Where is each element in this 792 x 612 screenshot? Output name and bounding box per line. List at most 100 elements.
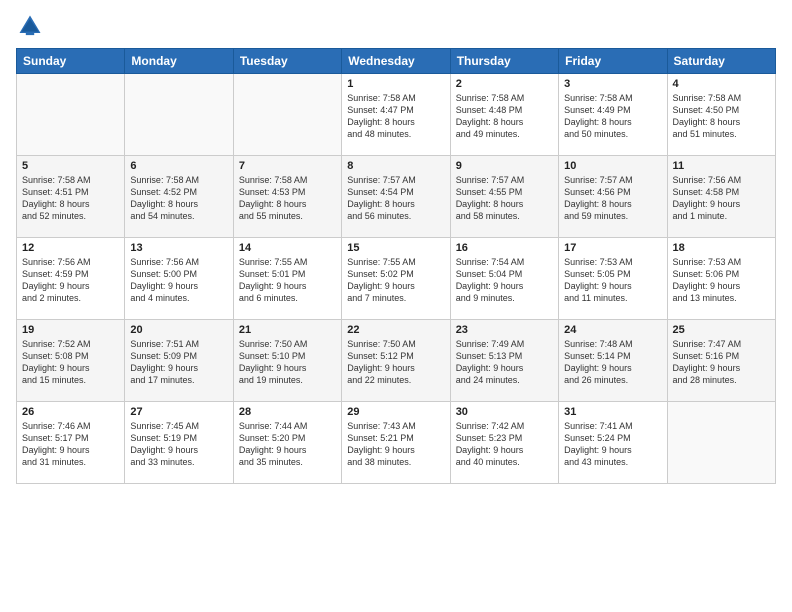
col-header-friday: Friday: [559, 49, 667, 74]
day-info: Sunrise: 7:58 AM Sunset: 4:49 PM Dayligh…: [564, 92, 661, 141]
day-number: 18: [673, 242, 770, 254]
day-info: Sunrise: 7:55 AM Sunset: 5:01 PM Dayligh…: [239, 256, 336, 305]
week-row-4: 19Sunrise: 7:52 AM Sunset: 5:08 PM Dayli…: [17, 320, 776, 402]
day-number: 30: [456, 406, 553, 418]
day-number: 23: [456, 324, 553, 336]
day-number: 5: [22, 160, 119, 172]
day-number: 8: [347, 160, 444, 172]
header: [16, 12, 776, 40]
day-number: 29: [347, 406, 444, 418]
day-number: 20: [130, 324, 227, 336]
day-info: Sunrise: 7:57 AM Sunset: 4:54 PM Dayligh…: [347, 174, 444, 223]
day-cell: 29Sunrise: 7:43 AM Sunset: 5:21 PM Dayli…: [342, 402, 450, 484]
day-cell: 4 Sunrise: 7:58 AM Sunset: 4:50 PM Daylig…: [667, 74, 775, 156]
day-cell: 14 Sunrise: 7:55 AM Sunset: 5:01 PM Dayli…: [233, 238, 341, 320]
day-info: Sunrise: 7:41 AM Sunset: 5:24 PM Dayligh…: [564, 420, 661, 469]
day-cell: [125, 74, 233, 156]
day-cell: 12 Sunrise: 7:56 AM Sunset: 4:59 PM Dayli…: [17, 238, 125, 320]
day-number: 16: [456, 242, 553, 254]
day-info: Sunrise: 7:42 AM Sunset: 5:23 PM Dayligh…: [456, 420, 553, 469]
day-cell: 25 Sunrise: 7:47 AM Sunset: 5:16 PM Dayli…: [667, 320, 775, 402]
day-number: 15: [347, 242, 444, 254]
col-header-tuesday: Tuesday: [233, 49, 341, 74]
day-info: Sunrise: 7:58 AM Sunset: 4:53 PM Dayligh…: [239, 174, 336, 223]
day-number: 21: [239, 324, 336, 336]
col-header-saturday: Saturday: [667, 49, 775, 74]
day-cell: 15 Sunrise: 7:55 AM Sunset: 5:02 PM Dayli…: [342, 238, 450, 320]
day-cell: 16 Sunrise: 7:54 AM Sunset: 5:04 PM Dayli…: [450, 238, 558, 320]
day-cell: 31 Sunrise: 7:41 AM Sunset: 5:24 PM Dayli…: [559, 402, 667, 484]
day-number: 4: [673, 78, 770, 90]
day-info: Sunrise: 7:56 AM Sunset: 4:59 PM Dayligh…: [22, 256, 119, 305]
day-cell: 17 Sunrise: 7:53 AM Sunset: 5:05 PM Dayli…: [559, 238, 667, 320]
day-info: Sunrise: 7:54 AM Sunset: 5:04 PM Dayligh…: [456, 256, 553, 305]
day-number: 11: [673, 160, 770, 172]
day-cell: 19Sunrise: 7:52 AM Sunset: 5:08 PM Dayli…: [17, 320, 125, 402]
col-header-wednesday: Wednesday: [342, 49, 450, 74]
week-row-5: 26 Sunrise: 7:46 AM Sunset: 5:17 PM Dayli…: [17, 402, 776, 484]
day-info: Sunrise: 7:57 AM Sunset: 4:55 PM Dayligh…: [456, 174, 553, 223]
day-info: Sunrise: 7:58 AM Sunset: 4:51 PM Dayligh…: [22, 174, 119, 223]
day-number: 24: [564, 324, 661, 336]
day-cell: 5 Sunrise: 7:58 AM Sunset: 4:51 PM Daylig…: [17, 156, 125, 238]
calendar: SundayMondayTuesdayWednesdayThursdayFrid…: [16, 48, 776, 484]
day-number: 22: [347, 324, 444, 336]
day-info: Sunrise: 7:58 AM Sunset: 4:50 PM Dayligh…: [673, 92, 770, 141]
day-cell: 27Sunrise: 7:45 AM Sunset: 5:19 PM Dayli…: [125, 402, 233, 484]
day-cell: 28Sunrise: 7:44 AM Sunset: 5:20 PM Dayli…: [233, 402, 341, 484]
week-row-1: 1Sunrise: 7:58 AM Sunset: 4:47 PM Daylig…: [17, 74, 776, 156]
day-cell: [233, 74, 341, 156]
day-cell: 20Sunrise: 7:51 AM Sunset: 5:09 PM Dayli…: [125, 320, 233, 402]
day-info: Sunrise: 7:50 AM Sunset: 5:10 PM Dayligh…: [239, 338, 336, 387]
day-cell: [667, 402, 775, 484]
day-cell: 26 Sunrise: 7:46 AM Sunset: 5:17 PM Dayli…: [17, 402, 125, 484]
day-cell: 21 Sunrise: 7:50 AM Sunset: 5:10 PM Dayli…: [233, 320, 341, 402]
day-cell: 11Sunrise: 7:56 AM Sunset: 4:58 PM Dayli…: [667, 156, 775, 238]
day-number: 10: [564, 160, 661, 172]
day-number: 1: [347, 78, 444, 90]
day-info: Sunrise: 7:48 AM Sunset: 5:14 PM Dayligh…: [564, 338, 661, 387]
day-cell: 30 Sunrise: 7:42 AM Sunset: 5:23 PM Dayli…: [450, 402, 558, 484]
day-cell: 3Sunrise: 7:58 AM Sunset: 4:49 PM Daylig…: [559, 74, 667, 156]
day-info: Sunrise: 7:53 AM Sunset: 5:05 PM Dayligh…: [564, 256, 661, 305]
day-cell: 9 Sunrise: 7:57 AM Sunset: 4:55 PM Daylig…: [450, 156, 558, 238]
day-cell: 18 Sunrise: 7:53 AM Sunset: 5:06 PM Dayli…: [667, 238, 775, 320]
day-info: Sunrise: 7:47 AM Sunset: 5:16 PM Dayligh…: [673, 338, 770, 387]
day-cell: 10 Sunrise: 7:57 AM Sunset: 4:56 PM Dayli…: [559, 156, 667, 238]
day-info: Sunrise: 7:44 AM Sunset: 5:20 PM Dayligh…: [239, 420, 336, 469]
day-number: 14: [239, 242, 336, 254]
col-header-monday: Monday: [125, 49, 233, 74]
day-number: 12: [22, 242, 119, 254]
day-number: 31: [564, 406, 661, 418]
day-cell: 1Sunrise: 7:58 AM Sunset: 4:47 PM Daylig…: [342, 74, 450, 156]
day-number: 13: [130, 242, 227, 254]
day-info: Sunrise: 7:53 AM Sunset: 5:06 PM Dayligh…: [673, 256, 770, 305]
col-header-thursday: Thursday: [450, 49, 558, 74]
day-cell: 23Sunrise: 7:49 AM Sunset: 5:13 PM Dayli…: [450, 320, 558, 402]
day-cell: 7 Sunrise: 7:58 AM Sunset: 4:53 PM Daylig…: [233, 156, 341, 238]
day-info: Sunrise: 7:46 AM Sunset: 5:17 PM Dayligh…: [22, 420, 119, 469]
col-header-sunday: Sunday: [17, 49, 125, 74]
day-cell: 8 Sunrise: 7:57 AM Sunset: 4:54 PM Daylig…: [342, 156, 450, 238]
day-info: Sunrise: 7:50 AM Sunset: 5:12 PM Dayligh…: [347, 338, 444, 387]
day-cell: [17, 74, 125, 156]
day-number: 17: [564, 242, 661, 254]
day-cell: 2 Sunrise: 7:58 AM Sunset: 4:48 PM Daylig…: [450, 74, 558, 156]
day-cell: 22 Sunrise: 7:50 AM Sunset: 5:12 PM Dayli…: [342, 320, 450, 402]
day-info: Sunrise: 7:55 AM Sunset: 5:02 PM Dayligh…: [347, 256, 444, 305]
day-number: 7: [239, 160, 336, 172]
day-cell: 13 Sunrise: 7:56 AM Sunset: 5:00 PM Dayli…: [125, 238, 233, 320]
day-number: 6: [130, 160, 227, 172]
day-number: 27: [130, 406, 227, 418]
day-cell: 24 Sunrise: 7:48 AM Sunset: 5:14 PM Dayli…: [559, 320, 667, 402]
day-number: 9: [456, 160, 553, 172]
day-info: Sunrise: 7:58 AM Sunset: 4:48 PM Dayligh…: [456, 92, 553, 141]
day-number: 2: [456, 78, 553, 90]
day-info: Sunrise: 7:57 AM Sunset: 4:56 PM Dayligh…: [564, 174, 661, 223]
logo: [16, 12, 48, 40]
day-info: Sunrise: 7:56 AM Sunset: 5:00 PM Dayligh…: [130, 256, 227, 305]
day-number: 25: [673, 324, 770, 336]
day-number: 26: [22, 406, 119, 418]
day-info: Sunrise: 7:58 AM Sunset: 4:52 PM Dayligh…: [130, 174, 227, 223]
day-info: Sunrise: 7:52 AM Sunset: 5:08 PM Dayligh…: [22, 338, 119, 387]
